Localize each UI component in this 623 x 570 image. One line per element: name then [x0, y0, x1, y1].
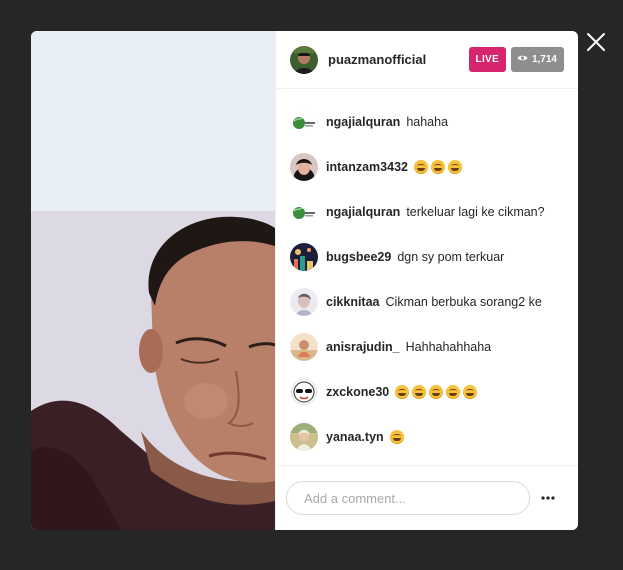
commenter-avatar[interactable]	[290, 107, 318, 136]
commenter-avatar[interactable]	[290, 242, 318, 271]
live-video[interactable]	[31, 31, 275, 530]
comment-input[interactable]	[286, 481, 530, 515]
live-side-panel: puazmanofficial LIVE 1,714 ngajialquran …	[275, 31, 578, 530]
comment-text	[413, 159, 465, 174]
video-frame-image	[31, 31, 275, 530]
comment-username[interactable]: cikknitaa	[326, 295, 380, 309]
live-modal: puazmanofficial LIVE 1,714 ngajialquran …	[31, 31, 578, 530]
commenter-avatar[interactable]	[290, 197, 318, 226]
tears-of-joy-emoji-icon	[429, 384, 444, 399]
commenter-avatar[interactable]	[290, 422, 318, 451]
comment-username[interactable]: zxckone30	[326, 385, 389, 399]
comment-text: Cikman berbuka sorang2 ke	[385, 294, 542, 309]
comment-item: intanzam3432	[290, 144, 564, 189]
tears-of-joy-emoji-icon	[447, 159, 462, 174]
live-header: puazmanofficial LIVE 1,714	[276, 31, 578, 89]
comment-text	[395, 384, 480, 399]
more-options-icon	[541, 496, 555, 500]
tears-of-joy-emoji-icon	[412, 384, 427, 399]
host-username[interactable]: puazmanofficial	[328, 52, 469, 67]
tears-of-joy-emoji-icon	[463, 384, 478, 399]
comment-item: ngajialquran hahaha	[290, 99, 564, 144]
live-badge: LIVE	[468, 47, 506, 72]
comment-text: dgn sy pom terkuar	[397, 249, 505, 264]
commenter-avatar[interactable]	[290, 152, 318, 181]
comment-item: cikknitaa Cikman berbuka sorang2 ke	[290, 279, 564, 324]
comment-username[interactable]: intanzam3432	[326, 160, 408, 174]
comment-text	[389, 429, 407, 444]
host-avatar[interactable]	[290, 45, 318, 74]
viewer-count: 1,714	[531, 54, 557, 65]
eye-icon	[517, 47, 528, 72]
comment-username[interactable]: anisrajudin_	[326, 340, 400, 354]
comment-username[interactable]: ngajialquran	[326, 205, 400, 219]
close-icon	[587, 33, 605, 51]
commenter-avatar[interactable]	[290, 287, 318, 316]
comment-item: bugsbee29 dgn sy pom terkuar	[290, 234, 564, 279]
commenter-avatar[interactable]	[290, 377, 318, 406]
viewer-count-badge: 1,714	[510, 47, 564, 72]
comment-item: yanaa.tyn	[290, 414, 564, 459]
tears-of-joy-emoji-icon	[413, 159, 428, 174]
comment-footer	[276, 465, 578, 530]
tears-of-joy-emoji-icon	[446, 384, 461, 399]
tears-of-joy-emoji-icon	[430, 159, 445, 174]
commenter-avatar[interactable]	[290, 332, 318, 361]
tears-of-joy-emoji-icon	[389, 429, 404, 444]
comment-username[interactable]: yanaa.tyn	[326, 430, 384, 444]
comment-item: ngajialquran terkeluar lagi ke cikman?	[290, 189, 564, 234]
comment-text: hahaha	[406, 114, 449, 129]
tears-of-joy-emoji-icon	[395, 384, 410, 399]
comment-text: terkeluar lagi ke cikman?	[406, 204, 545, 219]
comment-item: anisrajudin_ Hahhahahhaha	[290, 324, 564, 369]
comment-username[interactable]: bugsbee29	[326, 250, 391, 264]
comment-username[interactable]: ngajialquran	[326, 115, 400, 129]
more-options-button[interactable]	[541, 496, 555, 500]
comment-item: zxckone30	[290, 369, 564, 414]
comment-list: ngajialquran hahaha intanzam3432 ngajial…	[276, 89, 578, 459]
comment-text: Hahhahahhaha	[405, 339, 492, 354]
close-button[interactable]	[584, 30, 608, 54]
